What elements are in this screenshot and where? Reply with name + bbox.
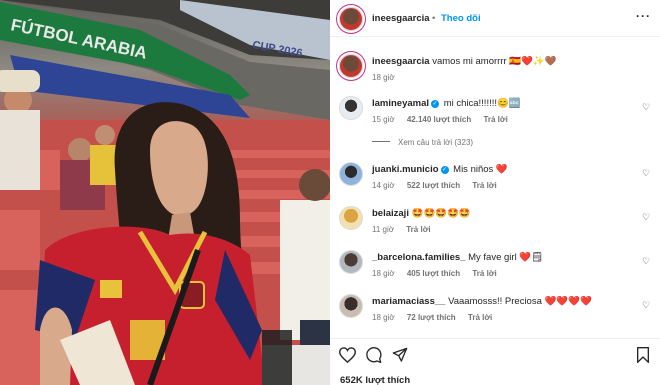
- comment-username[interactable]: juanki.municio: [372, 164, 439, 175]
- separator-dot: •: [432, 13, 436, 24]
- comment-body: My fave girl ❤️🗒: [468, 252, 544, 263]
- comment-body: 🤩🤩🤩🤩🤩: [411, 208, 471, 219]
- comment-username[interactable]: lamineyamal: [372, 98, 429, 109]
- photo-illustration: FÚTBOL ARABIA CUP 2026: [0, 0, 330, 385]
- caption-avatar[interactable]: [339, 54, 363, 78]
- comment-meta: 18 giờ 405 lượt thích Trả lời: [372, 269, 507, 278]
- comment-username[interactable]: mariamaciass__: [372, 296, 445, 307]
- comment-text: lamineyamal ✓ mi chica!!!!!!!😊🔤: [372, 98, 521, 110]
- caption-timestamp: 18 giờ: [372, 73, 395, 82]
- bookmark-icon[interactable]: [636, 347, 650, 367]
- comment-avatar[interactable]: [339, 162, 363, 186]
- verified-badge-icon: ✓: [440, 166, 449, 174]
- reply-button[interactable]: Trả lời: [472, 269, 496, 278]
- view-replies-link[interactable]: Xem câu trả lời (323): [372, 138, 473, 147]
- comment-meta: 11 giờ Trả lời: [372, 225, 441, 234]
- comment-avatar[interactable]: [339, 206, 363, 230]
- post-likes-count[interactable]: 652K lượt thích: [340, 375, 410, 385]
- reply-button[interactable]: Trả lời: [406, 225, 430, 234]
- reply-button[interactable]: Trả lời: [483, 115, 507, 124]
- comment-time: 15 giờ: [372, 115, 395, 124]
- comment-likes[interactable]: 405 lượt thích: [407, 269, 460, 278]
- action-bar: 652K lượt thích: [330, 338, 660, 385]
- comment-meta: 15 giờ 42.140 lượt thích Trả lời: [372, 115, 518, 124]
- comment-body: Vaaamosss!! Preciosa ❤️❤️❤️❤️: [448, 296, 592, 307]
- author-username[interactable]: ineesgaarcia: [372, 13, 430, 24]
- comment-avatar[interactable]: [339, 96, 363, 120]
- reply-button[interactable]: Trả lời: [468, 313, 492, 322]
- more-options-icon[interactable]: ···: [636, 9, 651, 23]
- share-icon[interactable]: [392, 347, 408, 367]
- comment-text: _barcelona.families_ My fave girl ❤️🗒: [372, 252, 543, 264]
- comment-like-heart-icon[interactable]: ♡: [642, 256, 650, 267]
- comment-time: 14 giờ: [372, 181, 395, 190]
- comment-icon[interactable]: [366, 347, 382, 367]
- author-avatar[interactable]: [339, 7, 363, 31]
- comment-body: mi chica!!!!!!!😊🔤: [443, 98, 521, 109]
- comment-text: mariamaciass__ Vaaamosss!! Preciosa ❤️❤️…: [372, 296, 592, 308]
- comment-meta: 14 giờ 522 lượt thích Trả lời: [372, 181, 507, 190]
- comment-text: juanki.municio ✓ Mis niños ❤️: [372, 164, 508, 176]
- comment-text: belaizaji 🤩🤩🤩🤩🤩: [372, 208, 471, 220]
- follow-button[interactable]: Theo dõi: [441, 13, 481, 24]
- comment-username[interactable]: belaizaji: [372, 208, 409, 219]
- comment-username[interactable]: _barcelona.families_: [372, 252, 465, 263]
- comment-body: Mis niños ❤️: [453, 164, 508, 175]
- reply-button[interactable]: Trả lời: [472, 181, 496, 190]
- post-header: ineesgaarcia • Theo dõi ···: [330, 0, 660, 37]
- verified-badge-icon: ✓: [431, 100, 440, 108]
- comment-likes[interactable]: 42.140 lượt thích: [407, 115, 471, 124]
- comment-likes[interactable]: 72 lượt thích: [407, 313, 456, 322]
- comment-likes[interactable]: 522 lượt thích: [407, 181, 460, 190]
- comment-avatar[interactable]: [339, 294, 363, 318]
- comment-like-heart-icon[interactable]: ♡: [642, 300, 650, 311]
- heart-icon[interactable]: [338, 347, 357, 367]
- comment-time: 18 giờ: [372, 269, 395, 278]
- comment-like-heart-icon[interactable]: ♡: [642, 168, 650, 179]
- comment-like-heart-icon[interactable]: ♡: [642, 212, 650, 223]
- caption-text: ineesgaarcia vamos mi amorrrr 🇪🇸❤️✨🤎: [372, 56, 557, 68]
- caption-username[interactable]: ineesgaarcia: [372, 56, 430, 67]
- comment-like-heart-icon[interactable]: ♡: [642, 102, 650, 113]
- comment-time: 18 giờ: [372, 313, 395, 322]
- caption-time: 18 giờ: [372, 73, 405, 82]
- comment-time: 11 giờ: [372, 225, 394, 234]
- comment-meta: 18 giờ 72 lượt thích Trả lời: [372, 313, 502, 322]
- post-side-panel: ineesgaarcia • Theo dõi ··· ineesgaarcia…: [330, 0, 660, 385]
- caption-body: vamos mi amorrrr 🇪🇸❤️✨🤎: [432, 56, 557, 67]
- post-photo: FÚTBOL ARABIA CUP 2026: [0, 0, 330, 385]
- comment-avatar[interactable]: [339, 250, 363, 274]
